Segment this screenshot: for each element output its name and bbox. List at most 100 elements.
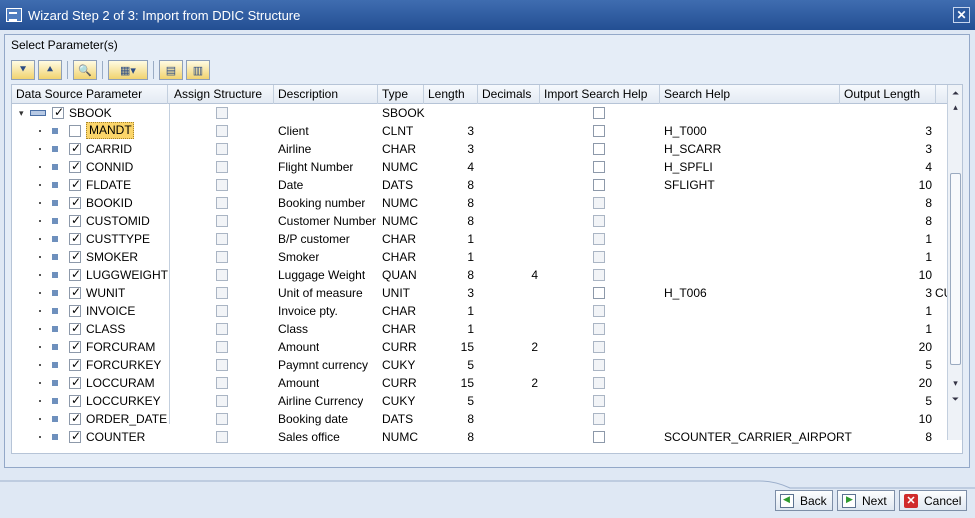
import-search-help-checkbox[interactable] bbox=[593, 215, 605, 227]
table-row[interactable]: FORCURAM Amount CURR 15 2 20 bbox=[12, 338, 952, 356]
import-search-help-checkbox[interactable] bbox=[593, 107, 605, 119]
assign-structure-checkbox[interactable] bbox=[216, 413, 228, 425]
import-search-help-checkbox[interactable] bbox=[593, 251, 605, 263]
column-header-assign-structure[interactable]: Assign Structure bbox=[170, 85, 274, 104]
column-header-type[interactable]: Type bbox=[378, 85, 424, 104]
field-checkbox[interactable] bbox=[69, 411, 81, 425]
table-row[interactable]: LUGGWEIGHT Luggage Weight QUAN 8 4 10 bbox=[12, 266, 952, 284]
assign-structure-checkbox[interactable] bbox=[216, 359, 228, 371]
find-button[interactable]: 🔍 bbox=[73, 60, 97, 80]
import-search-help-checkbox[interactable] bbox=[593, 269, 605, 281]
field-checkbox[interactable] bbox=[69, 303, 81, 317]
field-checkbox[interactable] bbox=[69, 177, 81, 191]
import-search-help-checkbox[interactable] bbox=[593, 197, 605, 209]
assign-structure-checkbox[interactable] bbox=[216, 197, 228, 209]
assign-structure-checkbox[interactable] bbox=[216, 179, 228, 191]
field-checkbox[interactable] bbox=[69, 393, 81, 407]
table-row[interactable]: CUSTOMID Customer Number NUMC 8 8 bbox=[12, 212, 952, 230]
assign-structure-checkbox[interactable] bbox=[216, 287, 228, 299]
field-checkbox[interactable] bbox=[69, 213, 81, 227]
assign-structure-checkbox[interactable] bbox=[216, 161, 228, 173]
import-search-help-checkbox[interactable] bbox=[593, 377, 605, 389]
field-checkbox[interactable] bbox=[69, 429, 81, 443]
column-header-description[interactable]: Description bbox=[274, 85, 378, 104]
table-row[interactable]: MANDT Client CLNT 3 H_T000 3 bbox=[12, 122, 952, 140]
import-search-help-checkbox[interactable] bbox=[593, 143, 605, 155]
assign-structure-checkbox[interactable] bbox=[216, 233, 228, 245]
column-header-length[interactable]: Length bbox=[424, 85, 478, 104]
close-icon[interactable]: ✕ bbox=[953, 7, 970, 23]
import-search-help-checkbox[interactable] bbox=[593, 359, 605, 371]
column-header-parameter[interactable]: Data Source Parameter bbox=[12, 85, 168, 104]
field-checkbox[interactable] bbox=[69, 195, 81, 209]
import-search-help-checkbox[interactable] bbox=[593, 287, 605, 299]
cancel-button[interactable]: ✕ Cancel bbox=[899, 490, 967, 511]
field-checkbox[interactable] bbox=[69, 285, 81, 299]
table-row[interactable]: COUNTER Sales office NUMC 8 SCOUNTER_CARRIER… bbox=[12, 428, 952, 446]
table-row[interactable]: WUNITUnit of measureUNIT3H_T0063CU bbox=[12, 284, 952, 302]
back-button[interactable]: Back bbox=[775, 490, 833, 511]
scroll-up-icon[interactable]: ▴ bbox=[948, 99, 962, 115]
assign-structure-checkbox[interactable] bbox=[216, 107, 228, 119]
next-button[interactable]: Next bbox=[837, 490, 895, 511]
assign-structure-checkbox[interactable] bbox=[216, 269, 228, 281]
column-header-import-search-help[interactable]: Import Search Help bbox=[540, 85, 660, 104]
field-checkbox[interactable] bbox=[69, 321, 81, 335]
table-row[interactable]: SMOKER Smoker CHAR 1 1 bbox=[12, 248, 952, 266]
table-row[interactable]: CONNID Flight Number NUMC 4 H_SPFLI 4 bbox=[12, 158, 952, 176]
field-checkbox[interactable] bbox=[69, 267, 81, 281]
field-checkbox[interactable] bbox=[69, 231, 81, 245]
select-all-button[interactable]: ▤ bbox=[159, 60, 183, 80]
column-header-search-help[interactable]: Search Help bbox=[660, 85, 840, 104]
import-search-help-checkbox[interactable] bbox=[593, 305, 605, 317]
scroll-down-icon[interactable]: ▾ bbox=[948, 375, 962, 391]
import-search-help-checkbox[interactable] bbox=[593, 161, 605, 173]
assign-structure-checkbox[interactable] bbox=[216, 305, 228, 317]
assign-structure-checkbox[interactable] bbox=[216, 143, 228, 155]
table-row[interactable]: LOCCURKEY Airline Currency CUKY 5 5 bbox=[12, 392, 952, 410]
import-search-help-checkbox[interactable] bbox=[593, 179, 605, 191]
assign-structure-checkbox[interactable] bbox=[216, 323, 228, 335]
table-row[interactable]: CUSTTYPE B/P customer CHAR 1 1 bbox=[12, 230, 952, 248]
table-row[interactable]: FORCURKEY Paymnt currency CUKY 5 5 bbox=[12, 356, 952, 374]
collapse-all-button[interactable]: ⯅ bbox=[38, 60, 62, 80]
import-search-help-checkbox[interactable] bbox=[593, 413, 605, 425]
deselect-all-button[interactable]: ▥ bbox=[186, 60, 210, 80]
field-checkbox[interactable] bbox=[69, 249, 81, 263]
column-header-output-length[interactable]: Output Length bbox=[840, 85, 936, 104]
assign-structure-checkbox[interactable] bbox=[216, 215, 228, 227]
import-search-help-checkbox[interactable] bbox=[593, 431, 605, 443]
assign-structure-checkbox[interactable] bbox=[216, 341, 228, 353]
expand-all-button[interactable]: ⯆ bbox=[11, 60, 35, 80]
vertical-scroll-thumb[interactable] bbox=[950, 173, 961, 365]
table-row[interactable]: CARRID Airline CHAR 3 H_SCARR 3 bbox=[12, 140, 952, 158]
assign-structure-checkbox[interactable] bbox=[216, 431, 228, 443]
import-search-help-checkbox[interactable] bbox=[593, 341, 605, 353]
root-checkbox[interactable] bbox=[52, 105, 64, 119]
vertical-scrollbar[interactable]: ⏶ ▴ ▾ ⏷ bbox=[947, 85, 962, 440]
collapse-icon[interactable]: ▾ bbox=[19, 108, 24, 119]
field-checkbox[interactable] bbox=[69, 125, 81, 137]
assign-structure-checkbox[interactable] bbox=[216, 125, 228, 137]
table-row[interactable]: LOCCURAM Amount CURR 15 2 20 bbox=[12, 374, 952, 392]
assign-structure-checkbox[interactable] bbox=[216, 251, 228, 263]
scroll-bottom-icon[interactable]: ⏷ bbox=[948, 391, 962, 407]
field-checkbox[interactable] bbox=[69, 357, 81, 371]
import-search-help-checkbox[interactable] bbox=[593, 395, 605, 407]
table-row[interactable]: BOOKID Booking number NUMC 8 8 bbox=[12, 194, 952, 212]
import-search-help-checkbox[interactable] bbox=[593, 233, 605, 245]
table-row[interactable]: INVOICE Invoice pty. CHAR 1 1 bbox=[12, 302, 952, 320]
table-row[interactable]: CLASS Class CHAR 1 1 bbox=[12, 320, 952, 338]
table-row[interactable]: FLDATE Date DATS 8 SFLIGHT 10 bbox=[12, 176, 952, 194]
import-search-help-checkbox[interactable] bbox=[593, 323, 605, 335]
import-search-help-checkbox[interactable] bbox=[593, 125, 605, 137]
field-checkbox[interactable] bbox=[69, 159, 81, 173]
column-header-decimals[interactable]: Decimals bbox=[478, 85, 540, 104]
table-row[interactable]: ORDER_DATE Booking date DATS 8 10 bbox=[12, 410, 952, 428]
tree-root-row[interactable]: ▾ SBOOK SBOOK bbox=[12, 104, 952, 122]
assign-structure-checkbox[interactable] bbox=[216, 377, 228, 389]
layout-menu-button[interactable]: ▦▾ bbox=[108, 60, 148, 80]
field-checkbox[interactable] bbox=[69, 375, 81, 389]
field-checkbox[interactable] bbox=[69, 141, 81, 155]
assign-structure-checkbox[interactable] bbox=[216, 395, 228, 407]
